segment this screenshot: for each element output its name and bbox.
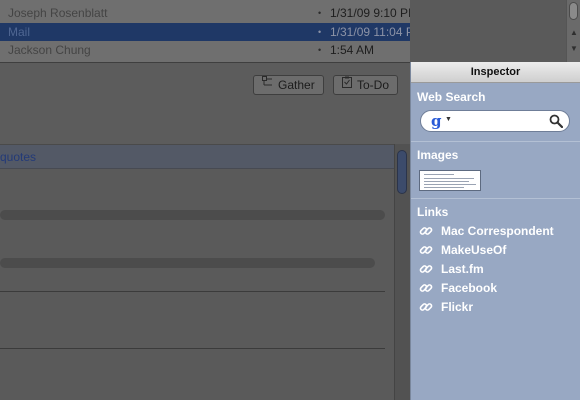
link-facebook[interactable]: Facebook <box>419 278 554 297</box>
todo-button[interactable]: To-Do <box>333 75 399 95</box>
scroll-thumb[interactable] <box>397 150 407 194</box>
link-icon <box>419 283 433 292</box>
todo-label: To-Do <box>357 78 390 92</box>
google-icon[interactable]: g <box>431 112 442 130</box>
link-mac-correspondent[interactable]: Mac Correspondent <box>419 221 554 240</box>
links-title: Links <box>417 205 449 219</box>
status-dot: • <box>318 27 322 37</box>
message-date: 1/31/09 9:10 PM <box>330 6 410 20</box>
divider <box>0 348 385 349</box>
table-row-selected[interactable]: Mail • 1/31/09 11:04 PM <box>0 23 410 41</box>
gather-button[interactable]: Gather <box>253 75 324 95</box>
main-window-dimmed: Joseph Rosenblatt • 1/31/09 9:10 PM Mail… <box>0 0 410 400</box>
sender-name: Jackson Chung <box>8 43 91 57</box>
status-dot: • <box>318 45 322 55</box>
table-row[interactable]: Jackson Chung • 1:54 AM <box>0 41 410 59</box>
table-row[interactable]: Joseph Rosenblatt • 1/31/09 9:10 PM <box>0 4 410 22</box>
scroll-down-arrow-icon[interactable]: ▼ <box>570 44 578 53</box>
link-lastfm[interactable]: Last.fm <box>419 259 554 278</box>
status-dot: • <box>318 8 322 18</box>
divider <box>0 291 385 292</box>
link-label: Last.fm <box>441 261 484 276</box>
message-date: 1:54 AM <box>330 43 375 57</box>
document-toolbar: Gather To-Do <box>0 62 410 144</box>
message-list: Joseph Rosenblatt • 1/31/09 9:10 PM Mail… <box>0 0 410 62</box>
link-label: Mac Correspondent <box>441 223 554 238</box>
gather-icon <box>262 76 273 94</box>
blurred-text-line <box>0 258 375 268</box>
web-search-field[interactable]: g ▼ <box>420 110 570 132</box>
blurred-text-line <box>0 210 385 220</box>
link-icon <box>419 226 433 235</box>
link-icon <box>419 245 433 254</box>
scroll-thumb[interactable] <box>569 2 578 20</box>
link-label: Flickr <box>441 299 474 314</box>
search-input[interactable] <box>455 113 545 129</box>
message-date: 1/31/09 11:04 PM <box>330 25 410 39</box>
engine-dropdown-icon[interactable]: ▼ <box>445 116 452 123</box>
links-list: Mac Correspondent MakeUseOf Last.fm Face… <box>419 221 554 316</box>
scroll-up-arrow-icon[interactable]: ▲ <box>570 28 578 37</box>
section-divider <box>411 141 580 142</box>
document-header-text: quotes <box>0 150 37 164</box>
document-pane: quotes <box>0 144 394 400</box>
thumbnail-line <box>424 181 469 182</box>
document-header: quotes <box>0 145 394 169</box>
images-title: Images <box>417 148 459 162</box>
image-thumbnail[interactable] <box>419 170 481 191</box>
document-scrollbar[interactable] <box>394 144 410 400</box>
link-icon <box>419 264 433 273</box>
link-flickr[interactable]: Flickr <box>419 297 554 316</box>
inspector-panel: Inspector Web Search g ▼ Images Links Ma… <box>410 62 580 400</box>
sender-name: Joseph Rosenblatt <box>8 6 108 20</box>
link-label: Facebook <box>441 280 498 295</box>
message-list-scrollbar[interactable]: ▲ ▼ <box>566 0 580 62</box>
thumbnail-line <box>424 187 464 188</box>
link-icon <box>419 302 433 311</box>
web-search-title: Web Search <box>417 90 486 104</box>
thumbnail-line <box>424 184 476 185</box>
link-makeuseof[interactable]: MakeUseOf <box>419 240 554 259</box>
gather-label: Gather <box>278 78 315 92</box>
inspector-title: Inspector <box>411 62 580 83</box>
thumbnail-line <box>424 174 454 175</box>
search-icon[interactable] <box>549 114 563 128</box>
sender-name: Mail <box>8 25 31 39</box>
section-divider <box>411 198 580 199</box>
thumbnail-line <box>424 178 474 179</box>
todo-icon <box>342 76 352 95</box>
link-label: MakeUseOf <box>441 242 507 257</box>
